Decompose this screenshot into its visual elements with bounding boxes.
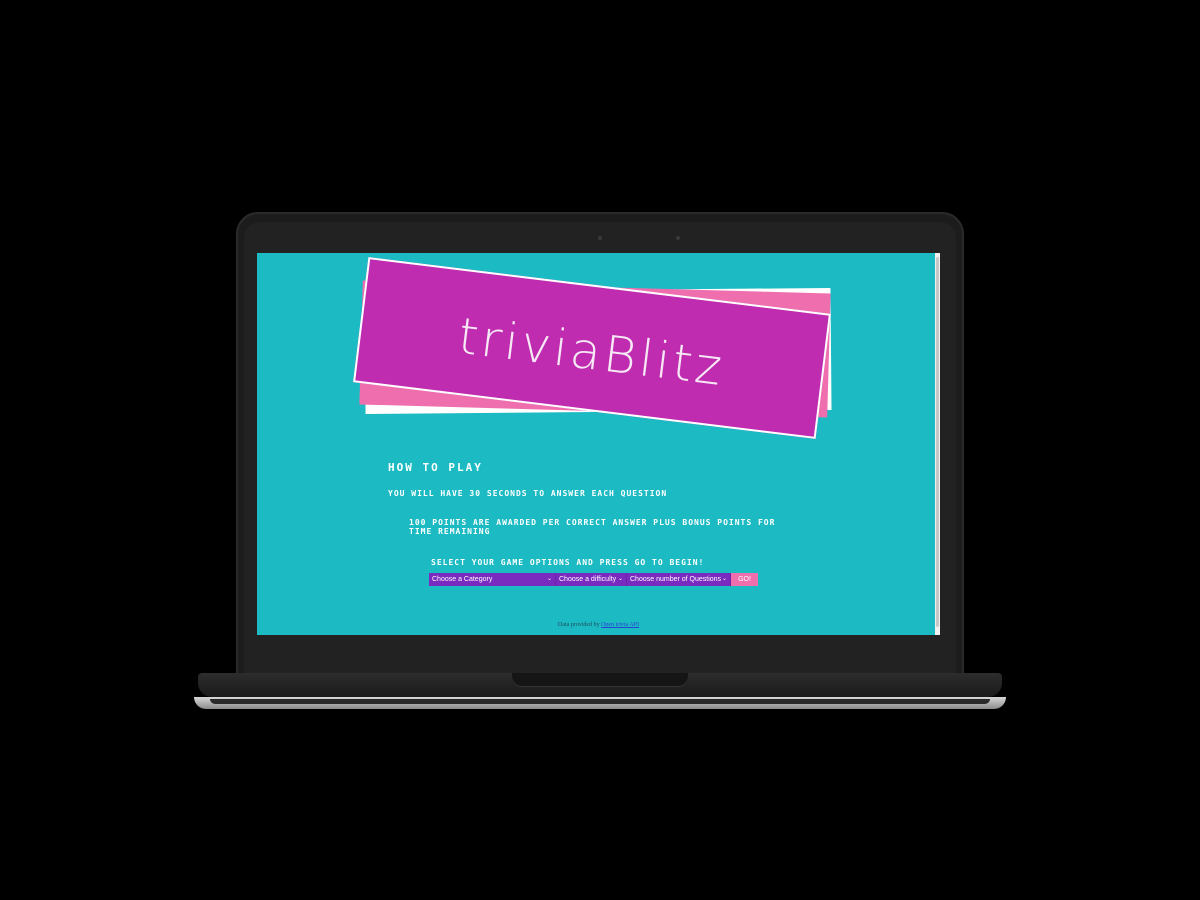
instruction-begin: Select your game options and press go to… — [431, 558, 705, 567]
category-select[interactable]: Choose a Category ⌄ — [429, 573, 556, 586]
game-options-form: Choose a Category ⌄ Choose a difficulty … — [429, 573, 758, 586]
sensor-icon — [676, 236, 680, 240]
credit-prefix: Data provided by — [557, 622, 600, 628]
vertical-scrollbar[interactable] — [935, 253, 940, 635]
how-to-play-heading: How to play — [388, 461, 483, 474]
go-button[interactable]: GO! — [731, 573, 758, 586]
chevron-down-icon: ⌄ — [546, 576, 552, 582]
instruction-points: 100 points are awarded per correct answe… — [409, 518, 776, 536]
chevron-down-icon: ⌄ — [721, 576, 727, 582]
difficulty-select[interactable]: Choose a difficulty ⌄ — [556, 573, 627, 586]
laptop-base-inner-edge — [210, 699, 990, 704]
device-mockup: triviaBlitz How to play You will have 30… — [0, 0, 1200, 900]
lid-opening-notch — [512, 673, 688, 687]
app-screen: triviaBlitz How to play You will have 30… — [257, 253, 940, 635]
instruction-timer: You will have 30 seconds to answer each … — [388, 489, 668, 498]
question-count-select-value: Choose number of Questions — [630, 576, 722, 583]
data-credit: Data provided by Open trivia API — [257, 622, 940, 628]
difficulty-select-value: Choose a difficulty — [559, 576, 617, 583]
chevron-down-icon: ⌄ — [617, 576, 623, 582]
category-select-value: Choose a Category — [432, 576, 493, 583]
question-count-select[interactable]: Choose number of Questions ⌄ — [627, 573, 731, 586]
open-trivia-api-link[interactable]: Open trivia API — [601, 622, 639, 628]
camera-icon — [598, 236, 602, 240]
